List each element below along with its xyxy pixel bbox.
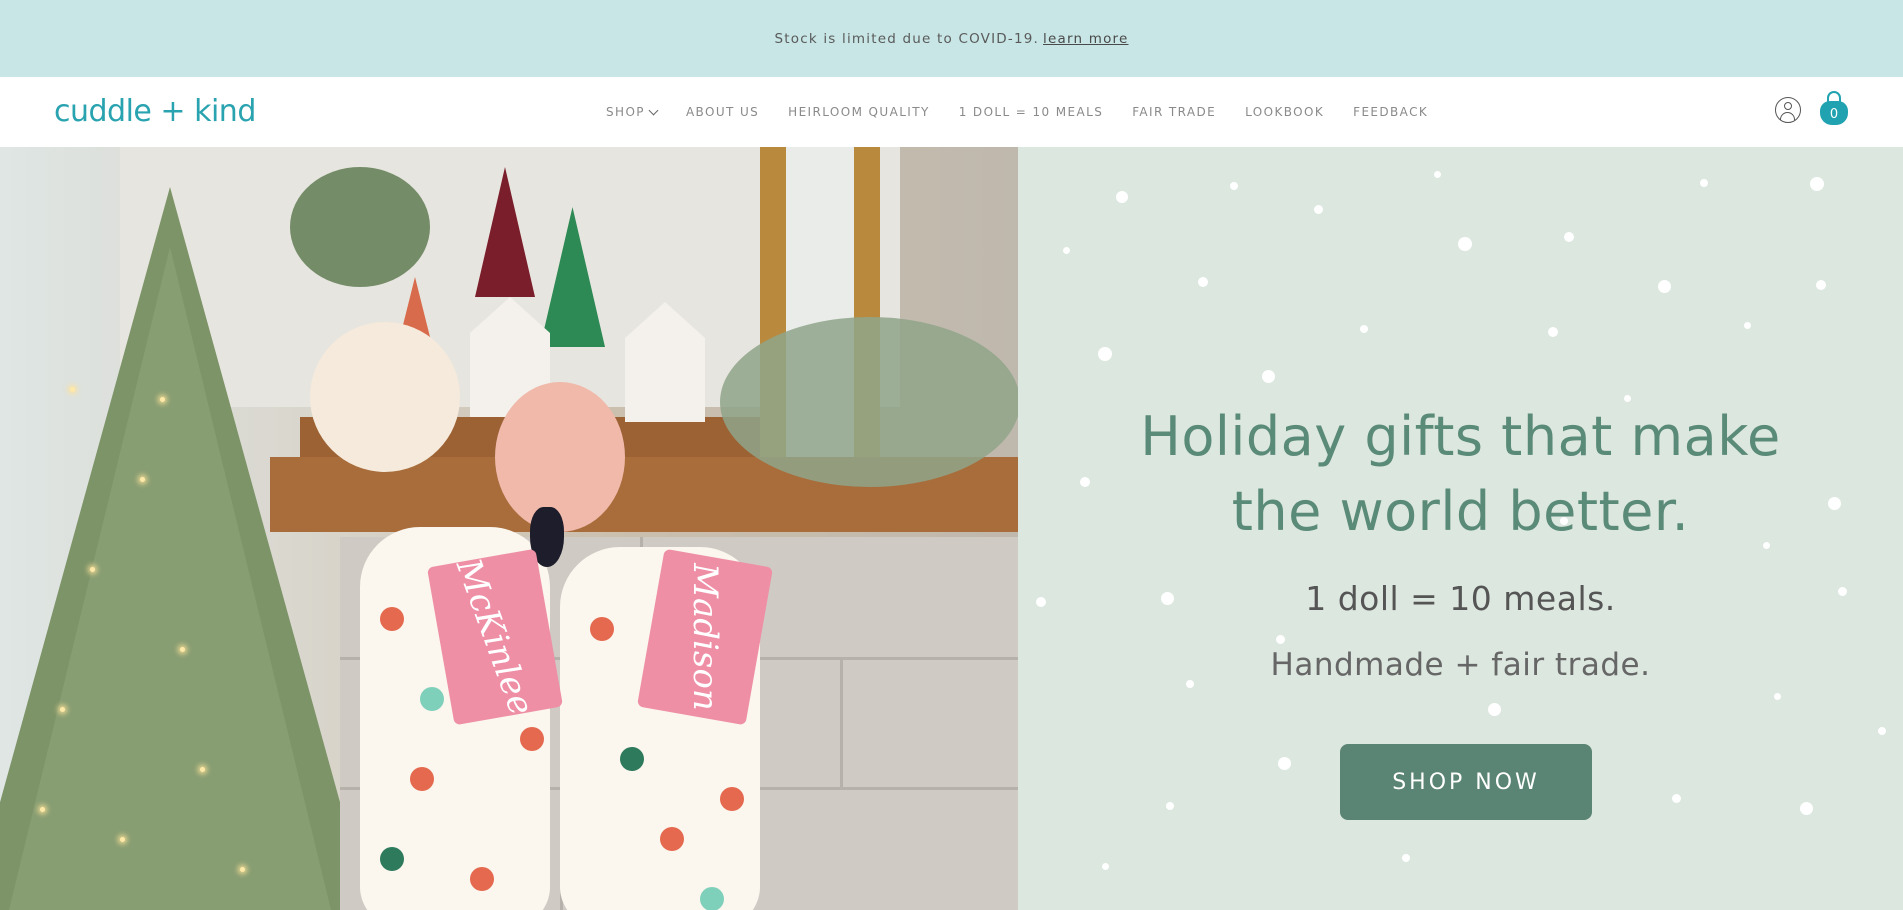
tag-text: Madison — [685, 563, 726, 711]
hero-subtitle-meals: 1 doll = 10 meals. — [1305, 579, 1616, 618]
announcement-text: Stock is limited due to COVID-19. — [774, 30, 1040, 47]
flamingo-doll — [495, 382, 625, 532]
nav-heirloom-quality[interactable]: HEIRLOOM QUALITY — [788, 105, 930, 119]
nav-shop[interactable]: SHOP — [606, 105, 659, 119]
account-icon-body — [1780, 112, 1795, 120]
announcement-bar: Stock is limited due to COVID-19. learn … — [0, 0, 1903, 77]
chevron-down-icon — [648, 105, 659, 115]
nav-lookbook[interactable]: LOOKBOOK — [1245, 105, 1324, 119]
hero-headline: Holiday gifts that make the world better… — [1018, 399, 1903, 549]
learn-more-link[interactable]: learn more — [1043, 31, 1128, 47]
site-header: cuddle + kind SHOP ABOUT US HEIRLOOM QUA… — [0, 77, 1903, 147]
nav-fair-trade[interactable]: FAIR TRADE — [1132, 105, 1216, 119]
account-icon-head — [1784, 102, 1792, 110]
account-icon[interactable] — [1775, 97, 1801, 123]
lamb-doll — [310, 322, 460, 472]
cart-count: 0 — [1820, 101, 1848, 125]
hero-headline-line1: Holiday gifts that make — [1140, 405, 1781, 468]
main-nav: SHOP ABOUT US HEIRLOOM QUALITY 1 DOLL = … — [606, 77, 1457, 147]
logo[interactable]: cuddle + kind — [54, 94, 256, 129]
nav-about-us[interactable]: ABOUT US — [686, 105, 759, 119]
shop-now-button[interactable]: SHOP NOW — [1340, 744, 1592, 820]
cart-button[interactable]: 0 — [1818, 91, 1850, 127]
nav-doll-meals[interactable]: 1 DOLL = 10 MEALS — [959, 105, 1104, 119]
nav-feedback[interactable]: FEEDBACK — [1353, 105, 1428, 119]
tag-text: McKinlee — [448, 553, 542, 721]
hero-subtitle-handmade: Handmade + fair trade. — [1270, 647, 1651, 683]
hero-image: McKinlee Madison — [0, 147, 1018, 910]
hero-panel: Holiday gifts that make the world better… — [1018, 147, 1903, 910]
hero-headline-line2: the world better. — [1231, 480, 1690, 543]
christmas-tree — [0, 187, 370, 910]
nav-shop-label: SHOP — [606, 105, 645, 119]
